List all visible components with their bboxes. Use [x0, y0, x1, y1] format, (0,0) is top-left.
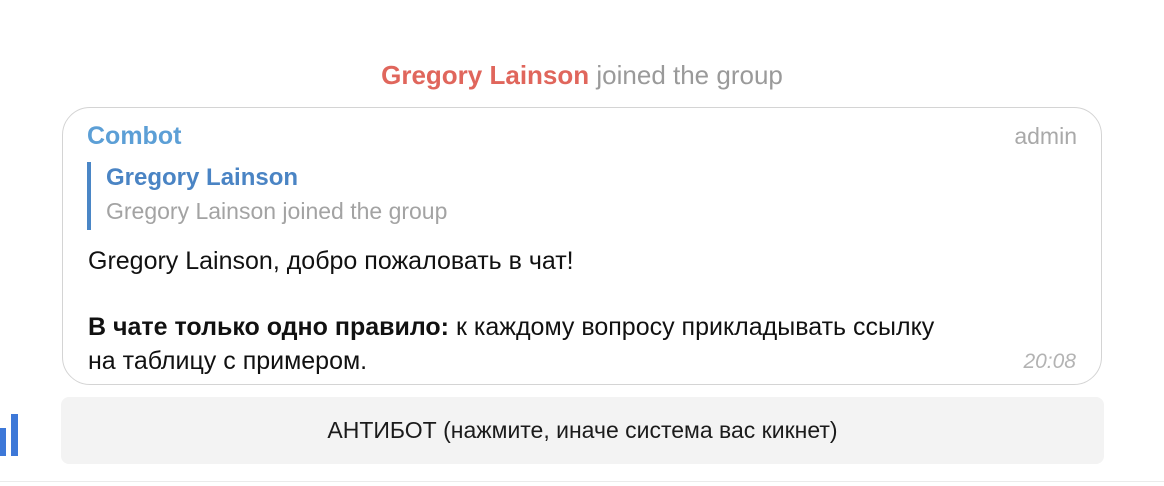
reply-text: Gregory Lainson joined the group — [106, 198, 448, 224]
message-rule-text: к каждому вопросу прикладывать ссылку — [449, 313, 935, 341]
service-message-text: joined the group — [589, 60, 783, 90]
reply-quote[interactable]: Gregory Lainson Gregory Lainson joined t… — [87, 162, 447, 230]
bar-chart-icon[interactable] — [0, 414, 22, 456]
service-message: Gregory Lainson joined the group — [0, 58, 1164, 92]
antibot-button[interactable]: АНТИБОТ (нажмите, иначе система вас кикн… — [61, 397, 1104, 464]
message-rule-line: В чате только одно правило: к каждому во… — [88, 311, 1088, 343]
reply-author: Gregory Lainson — [106, 164, 299, 191]
sender-name[interactable]: Combot — [87, 120, 181, 152]
admin-badge: admin — [1014, 123, 1077, 149]
message-rule-line-2: на таблицу с примером. — [88, 347, 368, 375]
message-greeting: Gregory Lainson, добро пожаловать в чат! — [88, 247, 574, 275]
chat-view: Gregory Lainson joined the group Combot … — [0, 0, 1164, 486]
service-message-user[interactable]: Gregory Lainson — [381, 60, 589, 90]
message-bubble[interactable]: Combot admin Gregory Lainson Gregory Lai… — [62, 107, 1102, 385]
message-rule-bold: В чате только одно правило: — [88, 313, 450, 341]
message-timestamp: 20:08 — [1023, 350, 1076, 373]
divider — [0, 481, 1164, 482]
